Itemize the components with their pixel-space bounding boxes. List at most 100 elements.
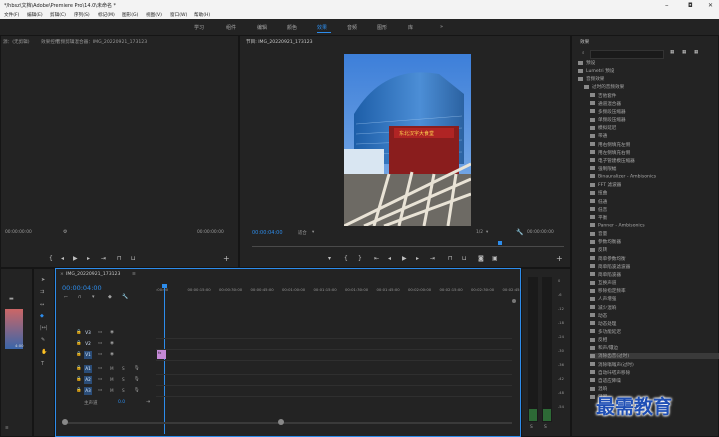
timeline-menu-icon[interactable]: ≡	[132, 272, 136, 277]
snap-icon[interactable]: ⌐	[64, 294, 68, 300]
lock-icon[interactable]: 🔒	[76, 366, 82, 371]
effects-list-item[interactable]: 低音	[590, 207, 607, 213]
effects-list-item[interactable]: Lumetri 预设	[578, 68, 614, 74]
sync-lock-icon[interactable]: ▭	[98, 377, 102, 382]
effects-list-item[interactable]: 动态	[590, 313, 607, 319]
timeline-horizontal-scrollbar[interactable]	[62, 422, 512, 424]
add-button-icon[interactable]: +	[556, 254, 563, 263]
tab-effects[interactable]: 效果	[580, 39, 589, 45]
effects-list-item[interactable]: 过时的音频效果	[584, 84, 624, 90]
effects-list-item[interactable]: 音频效果	[578, 76, 604, 82]
maximize-button[interactable]: ◘	[688, 2, 693, 9]
tab-timeline-sequence[interactable]: IMG_20220921_173123	[66, 272, 120, 277]
step-back-icon[interactable]: ◂	[388, 255, 391, 262]
ripple-edit-icon[interactable]: ↔	[40, 302, 44, 308]
effects-list-item[interactable]: 和声/镶边	[590, 345, 618, 351]
effects-list-item[interactable]: 吉他套件	[590, 93, 616, 99]
quality-dropdown[interactable]: 1/2	[476, 230, 483, 235]
wrench-icon[interactable]: 🔧	[122, 294, 128, 300]
menu-marker[interactable]: 标记(M)	[98, 12, 115, 18]
step-back-icon[interactable]: ◂	[61, 255, 64, 262]
effects-list-item[interactable]: 平衡	[590, 215, 607, 221]
solo-left-button[interactable]: S	[530, 425, 533, 430]
play-icon[interactable]: ▶	[402, 255, 407, 262]
vertical-scroll-handle[interactable]	[512, 299, 516, 303]
extract-icon[interactable]: ⊔	[462, 255, 467, 262]
effects-list-item[interactable]: 模拟延迟	[590, 125, 616, 131]
effects-list-item[interactable]: 电子管建模压缩器	[590, 158, 635, 164]
effects-list-item[interactable]: 预设	[578, 60, 595, 66]
tab-source[interactable]: 源：(无剪辑)	[3, 39, 30, 45]
effects-list-item[interactable]: 带通	[590, 133, 607, 139]
track-label-a2[interactable]: A2	[84, 376, 92, 384]
time-ruler[interactable]: :00:00 00:00:15:00 00:00:30:00 00:00:45:00 0…	[156, 287, 521, 297]
settings-icon[interactable]: ⚙	[63, 229, 67, 235]
go-to-in-icon[interactable]: ⇤	[374, 255, 379, 262]
mute-button[interactable]: M	[110, 377, 114, 382]
menu-sequence[interactable]: 序列(S)	[74, 12, 90, 18]
effects-list-item[interactable]: 自动咔嗒声移除	[590, 370, 630, 376]
folder-icon[interactable]: ▬	[9, 296, 14, 302]
lock-icon[interactable]: 🔒	[76, 330, 82, 335]
microphone-icon[interactable]: 🎙	[134, 366, 140, 371]
sync-lock-icon[interactable]: ▭	[98, 352, 102, 357]
list-view-icon[interactable]: ≡	[5, 426, 9, 431]
effects-search-input[interactable]	[590, 50, 664, 59]
microphone-icon[interactable]: 🎙	[134, 377, 140, 382]
minimize-button[interactable]: –	[665, 1, 669, 9]
solo-right-button[interactable]: S	[544, 425, 547, 430]
effects-list-item[interactable]: 简单陷波器	[590, 272, 621, 278]
program-scrubber-track[interactable]	[252, 246, 564, 247]
menu-window[interactable]: 窗口(W)	[170, 12, 187, 18]
effects-list-item[interactable]: FFT 滤波器	[590, 182, 621, 188]
workspace-editing[interactable]: 编辑	[257, 24, 267, 31]
lock-icon[interactable]: 🔒	[76, 352, 82, 357]
effects-list-item[interactable]: 多频段压缩器	[590, 109, 626, 115]
sync-lock-icon[interactable]: ▭	[98, 341, 102, 346]
track-label-a1[interactable]: A1	[84, 365, 92, 373]
go-to-out-icon[interactable]: ⇥	[430, 255, 435, 262]
track-label-v3[interactable]: V3	[84, 329, 92, 337]
insert-icon[interactable]: ⊓	[117, 255, 122, 262]
scroll-handle-left[interactable]	[62, 419, 68, 425]
quality-chevron-down-icon[interactable]: ▾	[486, 230, 488, 235]
menu-view[interactable]: 视图(V)	[146, 12, 162, 18]
menu-edit[interactable]: 编辑(E)	[27, 12, 43, 18]
program-playhead[interactable]	[498, 241, 502, 245]
razor-tool-icon[interactable]: ◆	[40, 313, 44, 319]
audio-track-lane[interactable]	[156, 386, 512, 397]
mark-in-icon[interactable]: {	[49, 255, 53, 262]
eye-icon[interactable]: ◉	[110, 330, 114, 335]
compare-icon[interactable]: ▣	[492, 255, 498, 262]
workspace-libraries[interactable]: 库	[408, 24, 413, 31]
fit-dropdown[interactable]: 适合	[298, 230, 307, 236]
video-track-lane[interactable]	[156, 328, 512, 339]
close-button[interactable]: ✕	[708, 2, 713, 9]
track-label-v2[interactable]: V2	[84, 340, 92, 348]
eye-icon[interactable]: ◉	[110, 352, 114, 357]
workspace-more-icon[interactable]: »	[440, 24, 443, 30]
timeline-timecode[interactable]: 00:00:04:00	[62, 284, 102, 292]
audio-track-lane[interactable]	[156, 364, 512, 375]
sync-lock-icon[interactable]: ▭	[98, 388, 102, 393]
track-label-a3[interactable]: A3	[84, 387, 92, 395]
accelerated-icon[interactable]: ▦	[670, 50, 674, 55]
program-timecode[interactable]: 00:00:04:00	[252, 230, 283, 236]
solo-button[interactable]: S	[122, 377, 125, 382]
lock-icon[interactable]: 🔒	[76, 377, 82, 382]
effects-list-item[interactable]: 动态处理	[590, 321, 616, 327]
effects-list-item[interactable]: 强制限幅	[590, 166, 616, 172]
effects-list-item[interactable]: 人声增强	[590, 296, 616, 302]
mark-in-icon[interactable]: {	[344, 255, 348, 262]
hand-tool-icon[interactable]: ✋	[41, 349, 47, 355]
microphone-icon[interactable]: 🎙	[134, 388, 140, 393]
eye-icon[interactable]: ◉	[110, 341, 114, 346]
workspace-effects[interactable]: 效果	[317, 24, 327, 31]
menu-help[interactable]: 帮助(H)	[194, 12, 210, 18]
effects-list-item[interactable]: Panner - Ambisonics	[590, 223, 645, 229]
effects-list-item[interactable]: 消除嗡嗡声(过时)	[590, 362, 634, 368]
effects-list-item[interactable]: 自适应降噪	[590, 378, 621, 384]
32bit-icon[interactable]: ▦	[682, 50, 686, 55]
track-label-v1[interactable]: V1	[84, 351, 92, 359]
mute-button[interactable]: M	[110, 366, 114, 371]
